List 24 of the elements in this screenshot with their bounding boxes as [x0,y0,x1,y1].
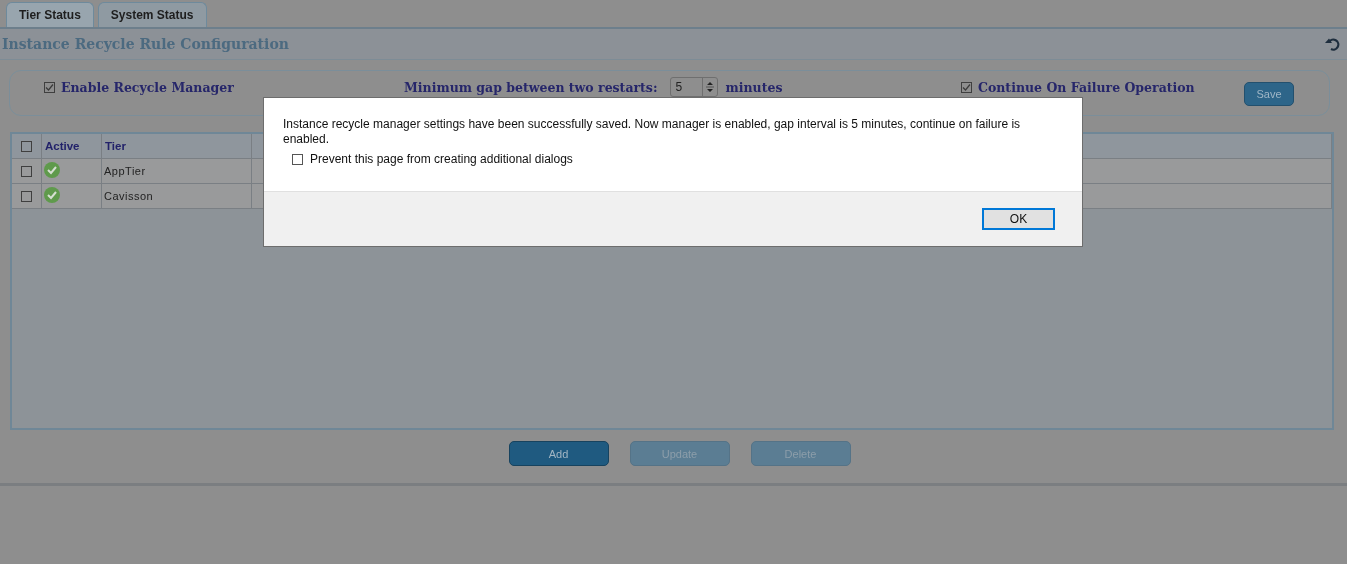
spinner-arrows-icon[interactable] [705,80,714,94]
undo-icon[interactable] [1325,37,1341,51]
page-title: Instance Recycle Rule Configuration [2,36,289,52]
save-button[interactable]: Save [1244,82,1294,106]
tab[interactable]: Tier Status [6,2,94,27]
tab[interactable]: System Status [97,2,207,27]
checkbox[interactable] [961,81,972,93]
checkbox[interactable] [44,81,55,93]
checkbox-label: Enable Recycle Manager [61,79,234,95]
checkbox-label: Continue On Failure Operation [978,79,1195,95]
checkbox[interactable] [21,140,32,152]
field-label: Minimum gap between two restarts: [404,79,658,95]
checkbox[interactable] [21,190,32,202]
ok-button[interactable]: OK [982,208,1055,230]
checkbox[interactable] [292,153,303,165]
action-button[interactable]: Add [508,441,609,466]
checkbox[interactable] [21,165,32,177]
dialog-message: Instance recycle manager settings have been successfully saved. Now manager is enabled, gap interval is 5 minutes, continue on failure is enabled. [283,117,1022,147]
column-header[interactable]: Active [45,140,80,152]
unit-label: minutes [725,79,783,95]
checkbox-label: Prevent this page from creating additional dialogs [310,152,573,166]
table-cell: AppTier [104,165,146,177]
column-header[interactable]: Tier [105,140,126,152]
table-cell: Cavisson [104,190,154,202]
